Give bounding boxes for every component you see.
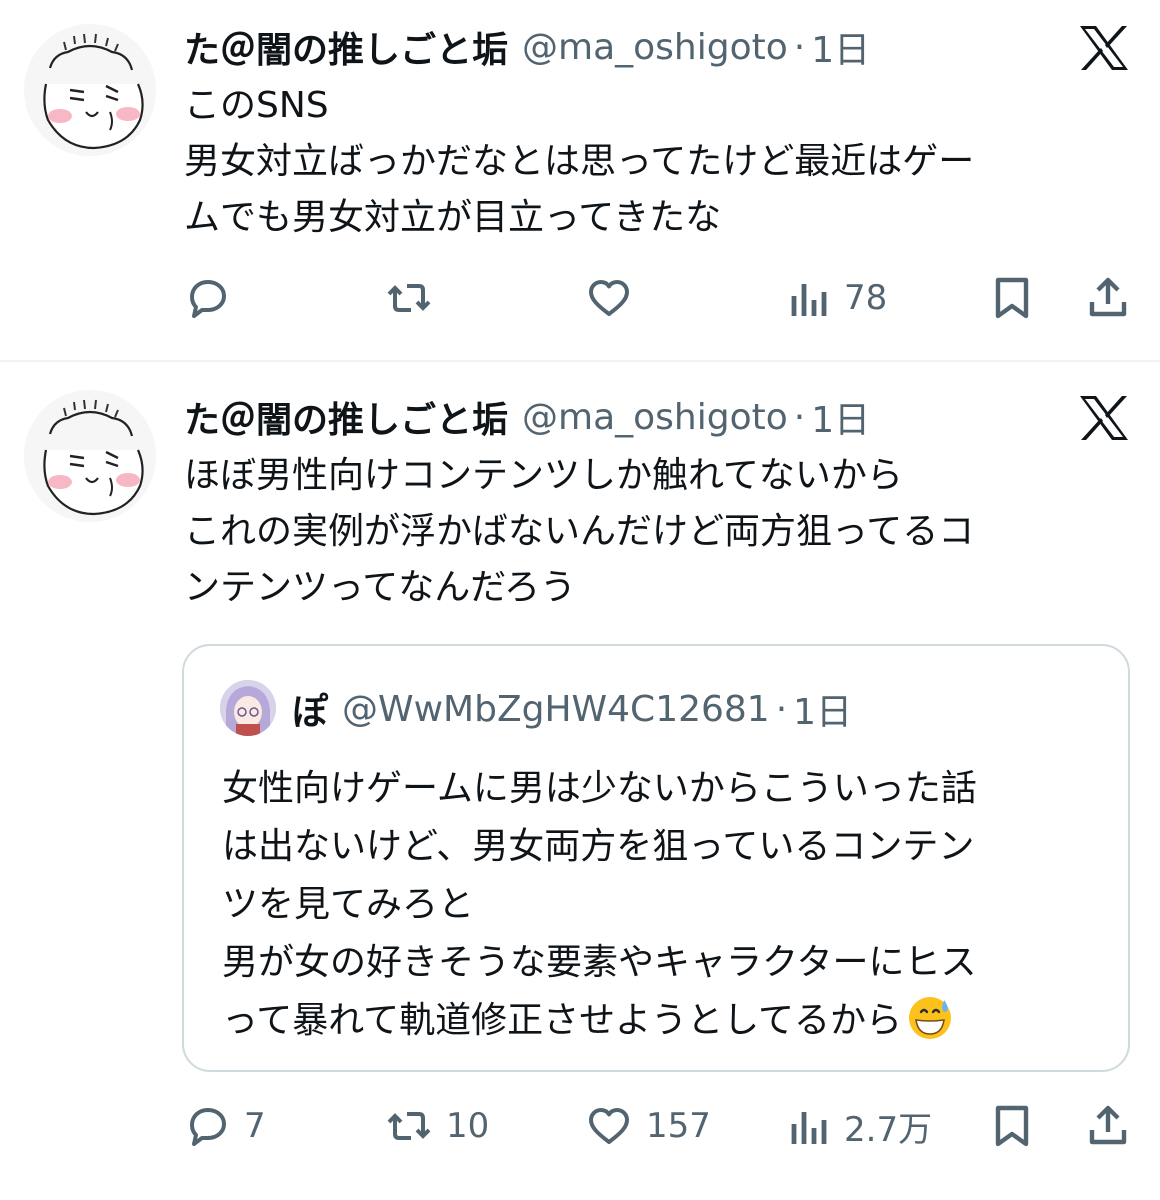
tweet-text-line: ンテンツってなんだろう: [184, 567, 577, 608]
tweet-text-line: 男女対立ばっかだなとは思ってたけど最近はゲー: [184, 141, 975, 182]
bookmark-button[interactable]: [990, 1096, 1034, 1156]
heart-icon: [589, 1108, 629, 1144]
author-handle[interactable]: @ma_oshigoto: [522, 397, 788, 438]
tweet-text-line: ムでも男女対立が目立ってきたな: [184, 197, 722, 238]
like-count: 157: [646, 1106, 711, 1146]
tweet-text-line: ほぼ男性向けコンテンツしか触れてないから: [184, 455, 903, 496]
views-count: 78: [844, 278, 888, 318]
x-logo-icon[interactable]: [1078, 394, 1130, 442]
tweet-actions: 78: [184, 268, 1134, 328]
tweet-text: ほぼ男性向けコンテンツしか触れてないから これの実例が浮かばないんだけど両方狙っ…: [184, 448, 1114, 616]
quoted-tweet-text: 女性向けゲームに男は少ないからこういった話 は出ないけど、男女両方を狙っているコ…: [222, 760, 1102, 1050]
share-button[interactable]: [1084, 1096, 1132, 1156]
bookmark-button[interactable]: [990, 268, 1034, 328]
share-icon: [1089, 1105, 1127, 1145]
reply-button[interactable]: [184, 268, 244, 328]
author-handle[interactable]: @ma_oshigoto: [522, 27, 788, 68]
bookmark-icon: [995, 277, 1029, 319]
reply-button[interactable]: 7: [184, 1096, 266, 1156]
quoted-author-avatar: [220, 680, 276, 736]
tweet-header: た＠闇の推しごと垢 @ma_oshigoto · 1日: [184, 22, 870, 72]
share-button[interactable]: [1084, 268, 1132, 328]
views-icon: [791, 284, 827, 316]
author-display-name[interactable]: た＠闇の推しごと垢: [184, 21, 508, 73]
quoted-text-line: は出ないけど、男女両方を狙っているコンテン: [222, 826, 975, 867]
quoted-tweet-timestamp: 1日: [793, 692, 853, 733]
author-avatar[interactable]: [24, 390, 156, 522]
separator-dot: ·: [793, 26, 806, 68]
repost-icon: [387, 1112, 431, 1140]
quoted-text-line: って暴れて軌道修正させようとしてるから: [222, 1000, 903, 1041]
repost-icon: [387, 284, 431, 312]
like-button[interactable]: [584, 268, 646, 328]
grinning-face-with-sweat-emoji: [909, 997, 952, 1039]
repost-button[interactable]: 10: [384, 1096, 489, 1156]
heart-icon: [589, 280, 629, 316]
bookmark-icon: [995, 1105, 1029, 1147]
tweet-timestamp[interactable]: 1日: [811, 391, 870, 443]
separator-dot: ·: [793, 396, 806, 438]
tweet-text: このSNS 男女対立ばっかだなとは思ってたけど最近はゲー ムでも男女対立が目立っ…: [184, 78, 1114, 246]
reply-icon: [190, 280, 226, 318]
repost-count: 10: [446, 1106, 490, 1146]
quoted-tweet-header: ぽ @WwMbZgHW4C12681 · 1日: [292, 684, 852, 734]
tweet-actions: 7 10 157 2.7万: [184, 1096, 1134, 1156]
author-display-name[interactable]: た＠闇の推しごと垢: [184, 391, 508, 443]
quoted-author-handle: @WwMbZgHW4C12681: [342, 688, 770, 730]
separator-dot: ·: [775, 688, 788, 730]
views-icon: [791, 1112, 827, 1144]
tweet[interactable]: た＠闇の推しごと垢 @ma_oshigoto · 1日 このSNS 男女対立ばっ…: [0, 0, 1160, 360]
views-button[interactable]: 78: [788, 268, 887, 328]
quoted-text-line: ツを見てみろと: [222, 884, 475, 925]
quoted-tweet[interactable]: ぽ @WwMbZgHW4C12681 · 1日 女性向けゲームに男は少ないからこ…: [182, 644, 1130, 1072]
share-icon: [1089, 277, 1127, 317]
repost-button[interactable]: [384, 268, 446, 328]
reply-icon: [190, 1108, 226, 1146]
tweet-text-line: これの実例が浮かばないんだけど両方狙ってるコ: [184, 511, 975, 552]
like-button[interactable]: 157: [584, 1096, 711, 1156]
views-button[interactable]: 2.7万: [788, 1096, 932, 1156]
tweet-timestamp[interactable]: 1日: [811, 21, 870, 73]
quoted-text-line-last: って暴れて軌道修正させようとしてるから: [222, 992, 1102, 1050]
reply-count: 7: [244, 1106, 266, 1146]
tweet-text-line: このSNS: [184, 85, 329, 126]
quoted-author-display-name: ぽ: [292, 692, 329, 733]
tweet[interactable]: た＠闇の推しごと垢 @ma_oshigoto · 1日 ほぼ男性向けコンテンツし…: [0, 362, 1160, 1200]
author-avatar[interactable]: [24, 24, 156, 156]
quoted-text-line: 女性向けゲームに男は少ないからこういった話: [222, 768, 977, 809]
x-logo-icon[interactable]: [1078, 24, 1130, 72]
views-count: 2.7万: [844, 1109, 933, 1150]
quoted-text-line: 男が女の好きそうな要素やキャラクターにヒス: [222, 942, 977, 983]
tweet-header: た＠闇の推しごと垢 @ma_oshigoto · 1日: [184, 392, 870, 442]
